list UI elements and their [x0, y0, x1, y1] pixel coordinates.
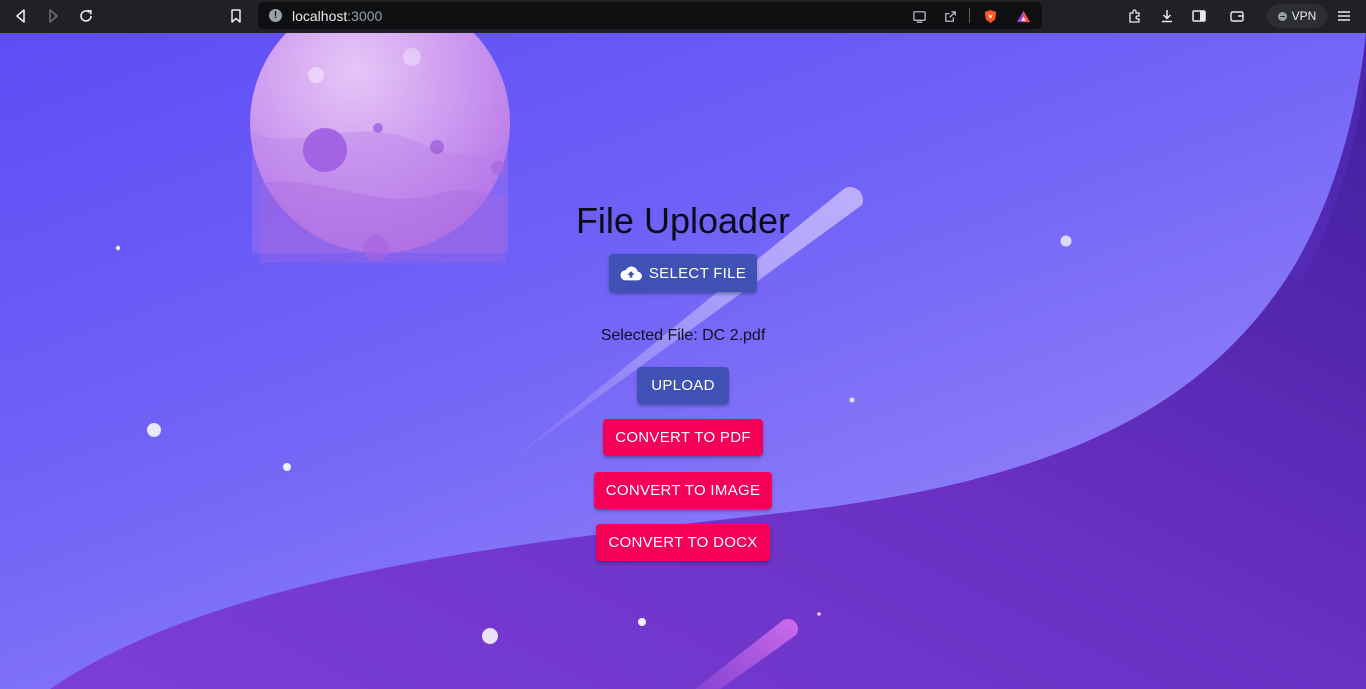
convert-to-image-label: CONVERT TO IMAGE [605, 482, 761, 499]
download-icon[interactable] [1154, 4, 1180, 28]
vpn-button[interactable]: VPN [1267, 4, 1327, 28]
page-title: File Uploader [575, 200, 791, 241]
share-icon[interactable] [940, 6, 960, 26]
extensions-icon[interactable] [1122, 4, 1148, 28]
vpn-label: VPN [1291, 9, 1317, 23]
sidebar-icon[interactable] [1186, 4, 1212, 28]
convert-to-docx-label: CONVERT TO DOCX [608, 534, 758, 551]
wallet-icon[interactable] [1224, 4, 1250, 28]
brave-rewards-icon[interactable] [1013, 6, 1033, 26]
url-host: localhost [292, 8, 348, 24]
browser-toolbar: ! localhost:3000 VPN [0, 0, 1366, 33]
upload-button[interactable]: UPLOAD [637, 367, 729, 404]
uploader-content: File Uploader SELECT FILE Selected File:… [0, 33, 1366, 689]
convert-to-docx-button[interactable]: CONVERT TO DOCX [596, 524, 770, 561]
convert-to-image-button[interactable]: CONVERT TO IMAGE [594, 472, 772, 509]
cast-icon[interactable] [909, 6, 929, 26]
bookmark-icon[interactable] [223, 4, 249, 28]
reload-icon[interactable] [73, 4, 99, 28]
selected-file-text: Selected File: DC 2.pdf [600, 327, 766, 344]
cloud-upload-icon [620, 266, 642, 281]
convert-to-pdf-label: CONVERT TO PDF [615, 429, 751, 446]
address-text: localhost:3000 [292, 8, 382, 24]
web-page: File Uploader SELECT FILE Selected File:… [0, 33, 1366, 689]
address-separator [969, 8, 970, 23]
upload-label: UPLOAD [651, 377, 715, 394]
select-file-label: SELECT FILE [648, 264, 747, 282]
browser-window: ! localhost:3000 VPN File Uploader SELEC… [0, 0, 1366, 689]
address-bar[interactable]: ! localhost:3000 [258, 2, 1042, 29]
menu-icon[interactable] [1331, 4, 1357, 28]
url-port: :3000 [347, 8, 383, 24]
select-file-button[interactable]: SELECT FILE [609, 254, 757, 292]
brave-shield-icon[interactable] [980, 6, 1000, 26]
convert-to-pdf-button[interactable]: CONVERT TO PDF [603, 419, 763, 456]
site-info-icon[interactable]: ! [269, 9, 282, 22]
forward-icon[interactable] [40, 4, 66, 28]
vpn-status-icon [1277, 11, 1287, 21]
back-icon[interactable] [8, 4, 34, 28]
